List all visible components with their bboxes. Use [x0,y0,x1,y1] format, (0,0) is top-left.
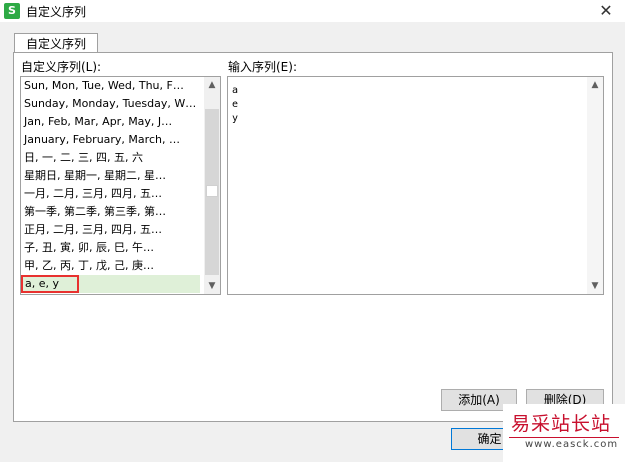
input-line: a [232,85,239,96]
list-item[interactable]: 子, 丑, 寅, 卯, 辰, 巳, 午… [21,239,196,257]
list-item[interactable]: January, February, March, … [21,131,196,149]
list-scrollbar[interactable]: ▲ ▼ [204,77,220,294]
watermark-divider [509,437,619,438]
tab-custom-lists[interactable]: 自定义序列 [14,33,98,54]
scroll-down-icon[interactable]: ▼ [204,278,220,294]
custom-lists-label: 自定义序列(L): [21,60,102,74]
list-item[interactable]: 一月, 二月, 三月, 四月, 五… [21,185,196,203]
watermark: 易采站长站 www.easck.com [503,404,625,462]
input-line: y [232,113,239,124]
list-item[interactable]: 星期日, 星期一, 星期二, 星… [21,167,196,185]
list-item[interactable]: 正月, 二月, 三月, 四月, 五… [21,221,196,239]
custom-lists-listbox[interactable]: Sun, Mon, Tue, Wed, Thu, F… Sunday, Monda… [20,76,221,295]
scroll-up-icon[interactable]: ▲ [204,77,220,93]
list-item[interactable]: Sun, Mon, Tue, Wed, Thu, F… [21,77,196,95]
title-bar: S 自定义序列 ✕ [0,0,625,22]
input-sequence-textarea[interactable]: aey ▲ ▼ [227,76,604,295]
window-title: 自定义序列 [26,5,87,19]
list-item[interactable]: 日, 一, 二, 三, 四, 五, 六 [21,149,196,167]
watermark-brand: 易采站长站 [511,413,612,435]
list-item[interactable]: a, e, y [21,275,200,293]
scroll-up-icon[interactable]: ▲ [587,77,603,93]
input-sequence-label: 输入序列(E): [228,60,297,74]
wps-spreadsheet-icon: S [4,3,20,19]
scroll-thumb[interactable] [206,185,218,197]
list-item[interactable]: 甲, 乙, 丙, 丁, 戊, 己, 庚… [21,257,196,275]
input-scrollbar[interactable]: ▲ ▼ [587,77,603,294]
list-item[interactable]: Jan, Feb, Mar, Apr, May, J… [21,113,196,131]
list-item[interactable]: Sunday, Monday, Tuesday, W… [21,95,196,113]
watermark-url: www.easck.com [525,439,619,450]
list-item[interactable]: 第一季, 第二季, 第三季, 第… [21,203,196,221]
scroll-down-icon[interactable]: ▼ [587,278,603,294]
highlight-box: a, e, y [21,275,80,293]
input-line: e [232,99,239,110]
close-icon[interactable]: ✕ [591,0,621,22]
